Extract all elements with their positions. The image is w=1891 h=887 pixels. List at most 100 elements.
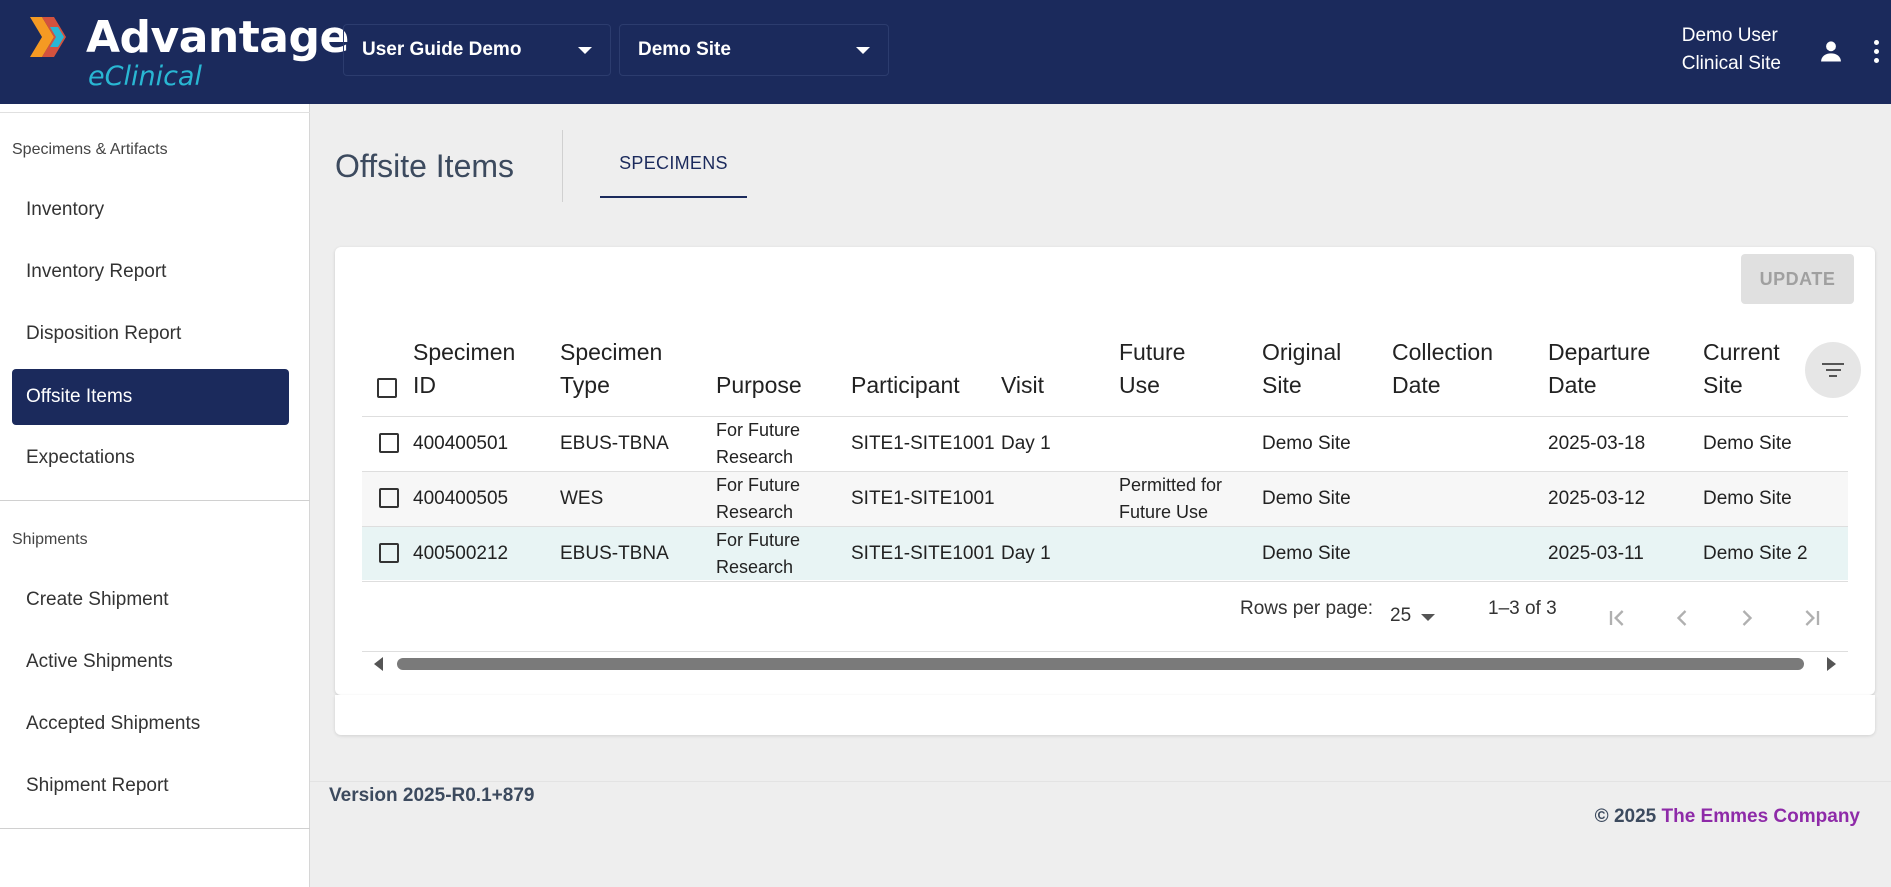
study-select-value: User Guide Demo bbox=[362, 39, 522, 60]
cell-original-site: Demo Site bbox=[1262, 543, 1351, 564]
chevron-down-icon bbox=[856, 46, 870, 54]
cell-visit: Day 1 bbox=[1001, 433, 1051, 454]
chevron-down-icon[interactable] bbox=[1421, 614, 1435, 621]
cell-purpose: For Future Research bbox=[716, 475, 801, 522]
sidebar-item-expectations[interactable]: Expectations bbox=[12, 430, 289, 486]
logo-chevrons-icon bbox=[30, 17, 66, 57]
scroll-right-icon[interactable] bbox=[1827, 657, 1836, 671]
cell-current-site: Demo Site bbox=[1703, 488, 1792, 509]
column-header-current-site[interactable]: Current Site bbox=[1703, 336, 1780, 402]
user-role: Clinical Site bbox=[1681, 53, 1781, 74]
previous-page-icon[interactable] bbox=[1668, 604, 1696, 632]
copyright: © 2025 The Emmes Company bbox=[1595, 806, 1860, 828]
cell-participant: SITE1-SITE1001 bbox=[851, 488, 995, 509]
cell-departure-date: 2025-03-11 bbox=[1548, 543, 1644, 564]
filter-list-icon[interactable] bbox=[1805, 342, 1861, 398]
cell-specimen-type: EBUS-TBNA bbox=[560, 433, 669, 454]
cell-future-use: Permitted for Future Use bbox=[1119, 475, 1223, 522]
divider bbox=[0, 828, 310, 829]
column-header-collection-date[interactable]: Collection Date bbox=[1392, 336, 1493, 402]
divider bbox=[310, 781, 1891, 782]
sidebar-item-label: Create Shipment bbox=[26, 589, 169, 610]
cell-specimen-type: EBUS-TBNA bbox=[560, 543, 669, 564]
tab-specimens[interactable]: SPECIMENS bbox=[600, 130, 747, 198]
update-button[interactable]: UPDATE bbox=[1741, 254, 1854, 304]
cell-specimen-type: WES bbox=[560, 488, 604, 509]
logo-subtitle: eClinical bbox=[88, 61, 202, 92]
sidebar-section-specimens: Specimens & Artifacts bbox=[12, 141, 168, 158]
next-page-icon[interactable] bbox=[1733, 604, 1761, 632]
scrollbar-thumb[interactable] bbox=[397, 658, 1804, 670]
sidebar-item-label: Disposition Report bbox=[26, 323, 182, 344]
cell-specimen-id: 400500212 bbox=[413, 543, 509, 564]
page-title: Offsite Items bbox=[335, 148, 515, 184]
horizontal-scrollbar[interactable] bbox=[362, 652, 1848, 676]
row-checkbox[interactable] bbox=[379, 543, 399, 563]
sidebar: Specimens & Artifacts Inventory Inventor… bbox=[0, 104, 310, 887]
sidebar-item-label: Accepted Shipments bbox=[26, 713, 201, 734]
app-logo[interactable]: Advantage eClinical bbox=[28, 12, 349, 92]
column-header-purpose[interactable]: Purpose bbox=[716, 369, 802, 402]
sidebar-item-label: Inventory Report bbox=[26, 261, 167, 282]
sidebar-item-label: Offsite Items bbox=[26, 386, 133, 407]
cell-participant: SITE1-SITE1001 bbox=[851, 543, 995, 564]
person-icon[interactable] bbox=[1817, 37, 1845, 65]
divider bbox=[362, 526, 1848, 527]
sidebar-item-label: Expectations bbox=[26, 447, 135, 468]
version-text: Version 2025-R0.1+879 bbox=[329, 785, 535, 806]
logo-title: Advantage bbox=[86, 12, 349, 63]
company-link[interactable]: The Emmes Company bbox=[1662, 806, 1861, 827]
sidebar-item-offsite-items[interactable]: Offsite Items bbox=[12, 369, 289, 425]
column-header-departure-date[interactable]: Departure Date bbox=[1548, 336, 1650, 402]
sidebar-item-accepted-shipments[interactable]: Accepted Shipments bbox=[12, 696, 289, 752]
last-page-icon[interactable] bbox=[1797, 604, 1825, 632]
cell-original-site: Demo Site bbox=[1262, 488, 1351, 509]
user-info: Demo User Clinical Site bbox=[1682, 22, 1781, 78]
pagination-range: 1–3 of 3 bbox=[1488, 598, 1557, 619]
column-header-visit[interactable]: Visit bbox=[1001, 369, 1044, 402]
divider bbox=[362, 471, 1848, 472]
cell-specimen-id: 400400505 bbox=[413, 488, 509, 509]
site-select-value: Demo Site bbox=[638, 39, 731, 60]
sidebar-item-inventory[interactable]: Inventory bbox=[12, 182, 289, 238]
column-header-specimen-type[interactable]: Specimen Type bbox=[560, 336, 662, 402]
sidebar-item-disposition-report[interactable]: Disposition Report bbox=[12, 306, 289, 362]
divider bbox=[362, 581, 1848, 582]
more-vert-icon[interactable] bbox=[1866, 37, 1886, 65]
select-all-checkbox[interactable] bbox=[377, 378, 397, 398]
sidebar-item-inventory-report[interactable]: Inventory Report bbox=[12, 244, 289, 300]
study-select[interactable]: User Guide Demo bbox=[343, 24, 611, 76]
user-name: Demo User bbox=[1681, 25, 1778, 46]
chevron-down-icon bbox=[578, 46, 592, 54]
cell-departure-date: 2025-03-12 bbox=[1548, 488, 1646, 509]
divider bbox=[562, 130, 563, 202]
site-select[interactable]: Demo Site bbox=[619, 24, 889, 76]
sidebar-item-active-shipments[interactable]: Active Shipments bbox=[12, 634, 289, 690]
cell-visit: Day 1 bbox=[1001, 543, 1051, 564]
app-header: Advantage eClinical User Guide Demo Demo… bbox=[0, 0, 1891, 104]
cell-specimen-id: 400400501 bbox=[413, 433, 509, 454]
sidebar-item-create-shipment[interactable]: Create Shipment bbox=[12, 572, 289, 628]
rows-per-page-select[interactable]: 25 bbox=[1390, 605, 1411, 627]
divider bbox=[0, 112, 310, 113]
copyright-text: © 2025 bbox=[1594, 806, 1657, 827]
cell-current-site: Demo Site 2 bbox=[1703, 543, 1808, 564]
column-header-specimen-id[interactable]: Specimen ID bbox=[413, 336, 515, 402]
column-header-participant[interactable]: Participant bbox=[851, 369, 960, 402]
cell-original-site: Demo Site bbox=[1262, 433, 1351, 454]
cell-purpose: For Future Research bbox=[716, 530, 801, 577]
first-page-icon[interactable] bbox=[1604, 604, 1632, 632]
column-header-future-use[interactable]: Future Use bbox=[1119, 336, 1185, 402]
column-header-original-site[interactable]: Original Site bbox=[1262, 336, 1341, 402]
card-footer-panel bbox=[335, 695, 1875, 735]
sidebar-item-label: Active Shipments bbox=[26, 651, 173, 672]
sidebar-item-label: Shipment Report bbox=[26, 775, 169, 796]
divider bbox=[362, 416, 1848, 417]
cell-purpose: For Future Research bbox=[716, 420, 801, 467]
sidebar-item-label: Inventory bbox=[26, 199, 105, 220]
row-checkbox[interactable] bbox=[379, 433, 399, 453]
sidebar-item-shipment-report[interactable]: Shipment Report bbox=[12, 758, 289, 814]
scroll-left-icon[interactable] bbox=[374, 657, 383, 671]
rows-per-page-label: Rows per page: bbox=[1240, 598, 1374, 619]
row-checkbox[interactable] bbox=[379, 488, 399, 508]
